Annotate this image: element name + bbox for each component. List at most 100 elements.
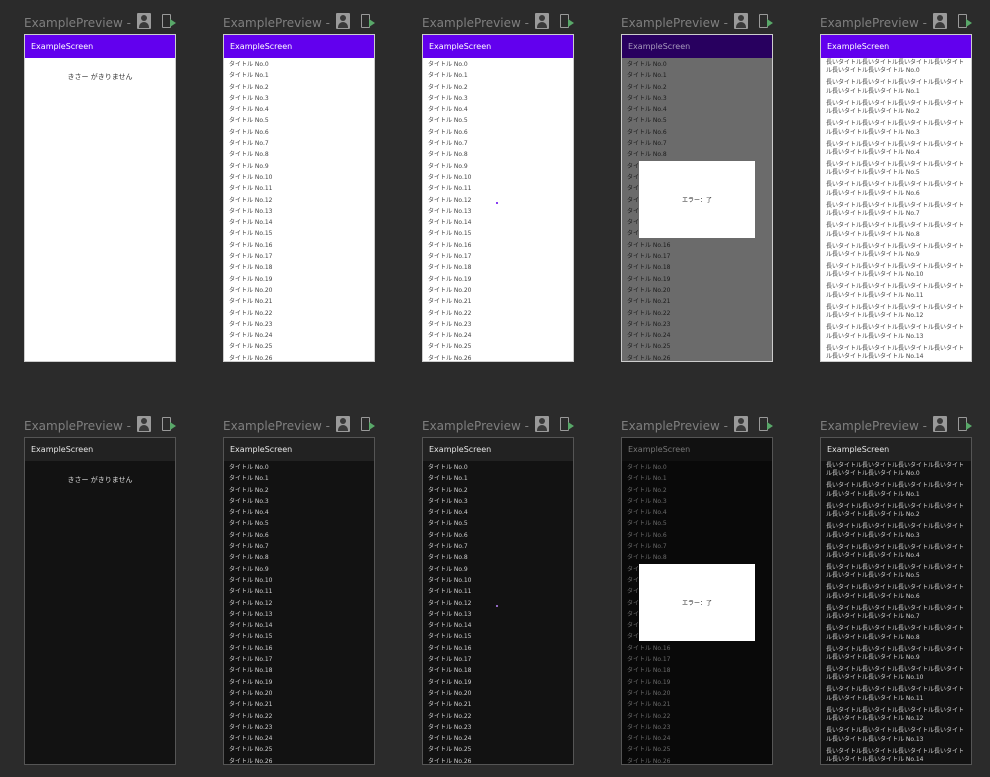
list-item[interactable]: タイトル No.19	[229, 274, 374, 285]
deploy-to-device-icon[interactable]	[957, 13, 972, 29]
person-icon[interactable]	[137, 416, 151, 432]
list-item[interactable]: タイトル No.20	[229, 285, 374, 296]
list-item[interactable]: タイトル No.24	[428, 733, 573, 744]
list-item[interactable]: タイトル No.15	[229, 228, 374, 239]
list-item[interactable]: 長いタイトル長いタイトル長いタイトル長いタイトル長いタイトル長いタイトル No.…	[826, 605, 971, 625]
list-item[interactable]: タイトル No.9	[229, 161, 374, 172]
list-item[interactable]: 長いタイトル長いタイトル長いタイトル長いタイトル長いタイトル長いタイトル No.…	[826, 544, 971, 564]
list-item[interactable]: タイトル No.20	[428, 285, 573, 296]
list-item[interactable]: タイトル No.12	[229, 195, 374, 206]
list-item[interactable]: タイトル No.25	[428, 744, 573, 755]
list-item[interactable]: タイトル No.24	[229, 733, 374, 744]
list-item[interactable]: 長いタイトル長いタイトル長いタイトル長いタイトル長いタイトル長いタイトル No.…	[826, 625, 971, 645]
deploy-to-device-icon[interactable]	[957, 416, 972, 432]
list-item[interactable]: タイトル No.4	[229, 507, 374, 518]
list-item[interactable]: タイトル No.7	[428, 138, 573, 149]
person-icon[interactable]	[535, 416, 549, 432]
list-item[interactable]: タイトル No.8	[229, 552, 374, 563]
list-item[interactable]: タイトル No.4	[428, 104, 573, 115]
error-dialog[interactable]: エラー：了	[639, 564, 755, 641]
list-item[interactable]: タイトル No.18	[428, 262, 573, 273]
list-item[interactable]: タイトル No.12	[428, 598, 573, 609]
list-item[interactable]: タイトル No.6	[428, 530, 573, 541]
list-item[interactable]: 長いタイトル長いタイトル長いタイトル長いタイトル長いタイトル長いタイトル No.…	[826, 666, 971, 686]
list-item[interactable]: 長いタイトル長いタイトル長いタイトル長いタイトル長いタイトル長いタイトル No.…	[826, 100, 971, 120]
person-icon[interactable]	[734, 416, 748, 432]
list-item[interactable]: タイトル No.15	[229, 631, 374, 642]
deploy-to-device-icon[interactable]	[559, 416, 574, 432]
list-item[interactable]: 長いタイトル長いタイトル長いタイトル長いタイトル長いタイトル長いタイトル No.…	[826, 222, 971, 242]
list-item[interactable]: 長いタイトル長いタイトル長いタイトル長いタイトル長いタイトル長いタイトル No.…	[826, 564, 971, 584]
list-item[interactable]: タイトル No.17	[428, 251, 573, 262]
list-item[interactable]: タイトル No.23	[229, 319, 374, 330]
list-item[interactable]: タイトル No.17	[229, 251, 374, 262]
list-item[interactable]: 長いタイトル長いタイトル長いタイトル長いタイトル長いタイトル長いタイトル No.…	[826, 345, 971, 361]
list-item[interactable]: 長いタイトル長いタイトル長いタイトル長いタイトル長いタイトル長いタイトル No.…	[826, 482, 971, 502]
list-item[interactable]: 長いタイトル長いタイトル長いタイトル長いタイトル長いタイトル長いタイトル No.…	[826, 161, 971, 181]
list-item[interactable]: 長いタイトル長いタイトル長いタイトル長いタイトル長いタイトル長いタイトル No.…	[826, 503, 971, 523]
item-list[interactable]: タイトル No.0タイトル No.1タイトル No.2タイトル No.3タイトル…	[224, 58, 374, 361]
list-item[interactable]: タイトル No.17	[428, 654, 573, 665]
list-item[interactable]: タイトル No.8	[229, 149, 374, 160]
list-item[interactable]: タイトル No.26	[428, 756, 573, 764]
list-item[interactable]: タイトル No.13	[229, 206, 374, 217]
list-item[interactable]: タイトル No.22	[428, 308, 573, 319]
list-item[interactable]: タイトル No.2	[428, 485, 573, 496]
list-item[interactable]: タイトル No.6	[229, 530, 374, 541]
list-item[interactable]: タイトル No.18	[428, 665, 573, 676]
list-item[interactable]: タイトル No.13	[428, 206, 573, 217]
item-list[interactable]: タイトル No.0タイトル No.1タイトル No.2タイトル No.3タイトル…	[224, 461, 374, 764]
list-item[interactable]: タイトル No.0	[229, 59, 374, 70]
list-item[interactable]: 長いタイトル長いタイトル長いタイトル長いタイトル長いタイトル長いタイトル No.…	[826, 79, 971, 99]
list-item[interactable]: タイトル No.16	[428, 643, 573, 654]
list-item[interactable]: タイトル No.12	[229, 598, 374, 609]
list-item[interactable]: タイトル No.10	[428, 172, 573, 183]
list-item[interactable]: 長いタイトル長いタイトル長いタイトル長いタイトル長いタイトル長いタイトル No.…	[826, 707, 971, 727]
deploy-to-device-icon[interactable]	[559, 13, 574, 29]
list-item[interactable]: タイトル No.22	[428, 711, 573, 722]
list-item[interactable]: 長いタイトル長いタイトル長いタイトル長いタイトル長いタイトル長いタイトル No.…	[826, 202, 971, 222]
person-icon[interactable]	[933, 13, 947, 29]
list-item[interactable]: タイトル No.23	[428, 722, 573, 733]
list-item[interactable]: タイトル No.11	[428, 586, 573, 597]
list-item[interactable]: タイトル No.19	[229, 677, 374, 688]
list-item[interactable]: タイトル No.9	[428, 161, 573, 172]
list-item[interactable]: タイトル No.11	[229, 183, 374, 194]
list-item[interactable]: 長いタイトル長いタイトル長いタイトル長いタイトル長いタイトル長いタイトル No.…	[826, 462, 971, 482]
list-item[interactable]: タイトル No.2	[229, 485, 374, 496]
list-item[interactable]: タイトル No.16	[428, 240, 573, 251]
list-item[interactable]: タイトル No.20	[428, 688, 573, 699]
list-item[interactable]: タイトル No.1	[428, 473, 573, 484]
item-list[interactable]: 長いタイトル長いタイトル長いタイトル長いタイトル長いタイトル長いタイトル No.…	[821, 461, 971, 764]
error-dialog[interactable]: エラー：了	[639, 161, 755, 238]
person-icon[interactable]	[535, 13, 549, 29]
list-item[interactable]: タイトル No.5	[428, 115, 573, 126]
list-item[interactable]: タイトル No.10	[229, 172, 374, 183]
list-item[interactable]: タイトル No.1	[229, 473, 374, 484]
list-item[interactable]: タイトル No.23	[428, 319, 573, 330]
list-item[interactable]: タイトル No.10	[428, 575, 573, 586]
list-item[interactable]: タイトル No.19	[428, 677, 573, 688]
list-item[interactable]: 長いタイトル長いタイトル長いタイトル長いタイトル長いタイトル長いタイトル No.…	[826, 324, 971, 344]
list-item[interactable]: 長いタイトル長いタイトル長いタイトル長いタイトル長いタイトル長いタイトル No.…	[826, 727, 971, 747]
list-item[interactable]: 長いタイトル長いタイトル長いタイトル長いタイトル長いタイトル長いタイトル No.…	[826, 686, 971, 706]
deploy-to-device-icon[interactable]	[161, 13, 176, 29]
list-item[interactable]: タイトル No.24	[428, 330, 573, 341]
list-item[interactable]: タイトル No.0	[229, 462, 374, 473]
list-item[interactable]: タイトル No.4	[229, 104, 374, 115]
list-item[interactable]: 長いタイトル長いタイトル長いタイトル長いタイトル長いタイトル長いタイトル No.…	[826, 243, 971, 263]
list-item[interactable]: タイトル No.11	[229, 586, 374, 597]
list-item[interactable]: タイトル No.8	[428, 149, 573, 160]
list-item[interactable]: 長いタイトル長いタイトル長いタイトル長いタイトル長いタイトル長いタイトル No.…	[826, 523, 971, 543]
list-item[interactable]: タイトル No.1	[229, 70, 374, 81]
list-item[interactable]: 長いタイトル長いタイトル長いタイトル長いタイトル長いタイトル長いタイトル No.…	[826, 181, 971, 201]
list-item[interactable]: 長いタイトル長いタイトル長いタイトル長いタイトル長いタイトル長いタイトル No.…	[826, 584, 971, 604]
list-item[interactable]: タイトル No.26	[229, 756, 374, 764]
list-item[interactable]: タイトル No.14	[428, 620, 573, 631]
list-item[interactable]: タイトル No.3	[229, 93, 374, 104]
deploy-to-device-icon[interactable]	[758, 13, 773, 29]
list-item[interactable]: タイトル No.17	[229, 654, 374, 665]
list-item[interactable]: タイトル No.2	[229, 82, 374, 93]
list-item[interactable]: タイトル No.6	[229, 127, 374, 138]
list-item[interactable]: 長いタイトル長いタイトル長いタイトル長いタイトル長いタイトル長いタイトル No.…	[826, 263, 971, 283]
